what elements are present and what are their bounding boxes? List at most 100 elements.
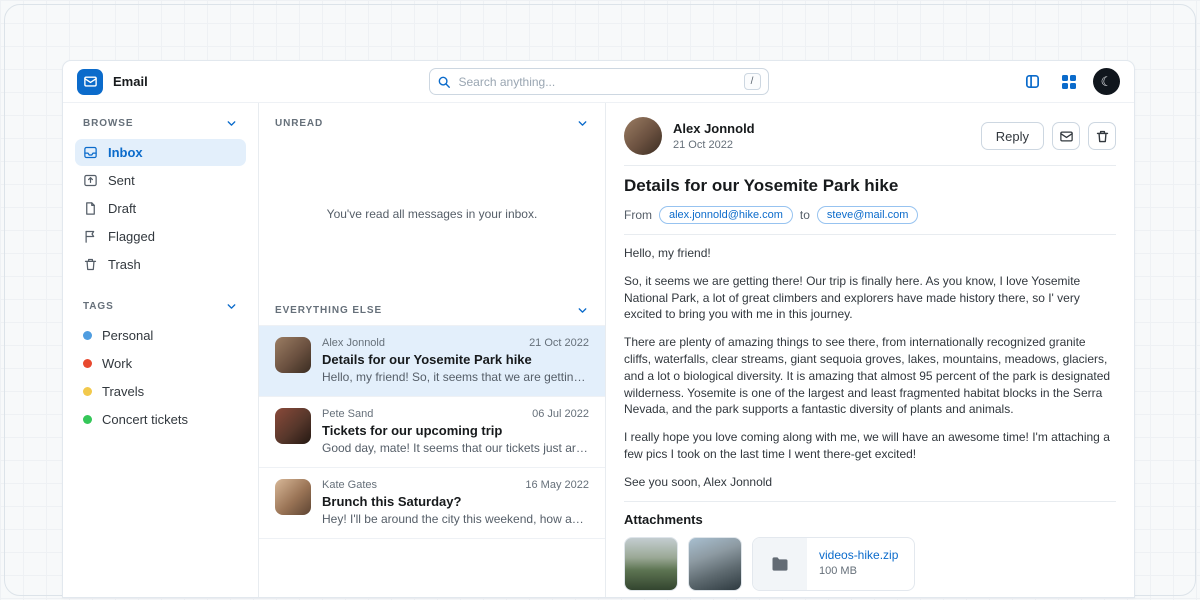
chevron-down-icon (576, 304, 589, 317)
folder-icon (753, 538, 807, 590)
email-subject: Details for our Yosemite Park hike (624, 176, 1116, 196)
top-bar-actions: ☾ (769, 68, 1121, 95)
sidebar-item-flagged[interactable]: Flagged (75, 223, 246, 250)
sidebar-section-tags[interactable]: TAGS (75, 300, 246, 322)
browse-label: BROWSE (83, 118, 133, 129)
mail-sender: Pete Sand (322, 408, 373, 420)
message-list: UNREAD You've read all messages in your … (259, 103, 606, 597)
mail-preview: Good day, mate! It seems that our ticket… (322, 441, 589, 455)
everything-else-label: EVERYTHING ELSE (275, 305, 382, 316)
apps-grid-button[interactable] (1056, 69, 1082, 95)
avatar (275, 408, 311, 444)
tag-label: Work (102, 356, 132, 371)
moon-icon: ☾ (1101, 74, 1113, 90)
search-icon (437, 75, 451, 89)
mail-date: 06 Jul 2022 (532, 408, 589, 420)
email-paragraph: Hello, my friend! (624, 245, 1116, 262)
tags-label: TAGS (83, 301, 114, 312)
from-to-row: From alex.jonnold@hike.com to steve@mail… (624, 206, 1116, 224)
dark-mode-toggle[interactable]: ☾ (1093, 68, 1120, 95)
sidebar-item-sent[interactable]: Sent (75, 167, 246, 194)
file-name-link[interactable]: videos-hike.zip (819, 548, 898, 562)
app-logo (77, 69, 103, 95)
delete-button[interactable] (1088, 122, 1116, 150)
to-label: to (800, 208, 810, 222)
sidebar-item-inbox[interactable]: Inbox (75, 139, 246, 166)
envelope-icon (1059, 129, 1074, 144)
app-title: Email (113, 74, 148, 89)
sidebar-item-label: Flagged (108, 229, 155, 244)
file-meta: videos-hike.zip 100 MB (807, 538, 914, 590)
attachments-label: Attachments (624, 512, 1116, 527)
layout-toggle-button[interactable] (1019, 69, 1045, 95)
forward-mail-button[interactable] (1052, 122, 1080, 150)
to-address-chip[interactable]: steve@mail.com (817, 206, 918, 224)
chevron-down-icon (225, 300, 238, 313)
divider (624, 501, 1116, 502)
brand: Email (77, 69, 429, 95)
sidebar-item-trash[interactable]: Trash (75, 251, 246, 278)
unread-label: UNREAD (275, 118, 323, 129)
chevron-down-icon (576, 117, 589, 130)
sidebar-tag-personal[interactable]: Personal (75, 322, 246, 349)
sidebar-tag-travels[interactable]: Travels (75, 378, 246, 405)
avatar (275, 337, 311, 373)
tag-dot (83, 387, 92, 396)
email-date: 21 Oct 2022 (673, 139, 755, 151)
attachment-photo-1[interactable] (624, 537, 678, 591)
sent-icon (83, 173, 98, 188)
mail-subject: Details for our Yosemite Park hike (322, 352, 589, 367)
email-body: Hello, my friend! So, it seems we are ge… (624, 245, 1116, 491)
tag-label: Personal (102, 328, 153, 343)
main-area: BROWSE Inbox Sent Draft Flagged (63, 103, 1134, 597)
sidebar-tag-concert-tickets[interactable]: Concert tickets (75, 406, 246, 433)
reply-button[interactable]: Reply (981, 122, 1044, 150)
trash-icon (83, 257, 98, 272)
divider (624, 165, 1116, 166)
sidebar-item-draft[interactable]: Draft (75, 195, 246, 222)
search-shortcut-badge: / (744, 73, 761, 90)
attachment-file-card[interactable]: videos-hike.zip 100 MB (752, 537, 915, 591)
mail-subject: Brunch this Saturday? (322, 494, 589, 509)
mail-sender: Kate Gates (322, 479, 377, 491)
mail-item-list: Alex Jonnold 21 Oct 2022 Details for our… (259, 325, 605, 539)
sidebar-item-label: Trash (108, 257, 141, 272)
tag-dot (83, 331, 92, 340)
tag-dot (83, 359, 92, 368)
email-detail-header: Alex Jonnold 21 Oct 2022 Reply (624, 117, 1116, 155)
search-input[interactable]: Search anything... / (429, 68, 769, 95)
mail-item-brunch[interactable]: Kate Gates 16 May 2022 Brunch this Satur… (259, 468, 605, 539)
mail-item-body: Pete Sand 06 Jul 2022 Tickets for our up… (322, 408, 589, 455)
tag-label: Travels (102, 384, 144, 399)
tag-label: Concert tickets (102, 412, 188, 427)
envelope-icon (83, 74, 98, 89)
mail-item-yosemite[interactable]: Alex Jonnold 21 Oct 2022 Details for our… (259, 326, 605, 397)
sender-name: Alex Jonnold (673, 121, 755, 136)
from-address-chip[interactable]: alex.jonnold@hike.com (659, 206, 793, 224)
mail-date: 16 May 2022 (525, 479, 589, 491)
mail-item-tickets[interactable]: Pete Sand 06 Jul 2022 Tickets for our up… (259, 397, 605, 468)
everything-else-section-header[interactable]: EVERYTHING ELSE (259, 290, 605, 325)
avatar (624, 117, 662, 155)
divider (624, 234, 1116, 235)
inbox-icon (83, 145, 98, 160)
mail-item-body: Alex Jonnold 21 Oct 2022 Details for our… (322, 337, 589, 384)
from-label: From (624, 208, 652, 222)
mail-preview: Hey! I'll be around the city this weeken… (322, 512, 589, 526)
sidebar-section-tags-wrap: TAGS Personal Work Travels (75, 300, 246, 433)
avatar (275, 479, 311, 515)
sidebar: BROWSE Inbox Sent Draft Flagged (63, 103, 259, 597)
apps-grid-icon (1062, 75, 1076, 89)
mail-date: 21 Oct 2022 (529, 337, 589, 349)
top-bar: Email Search anything... / ☾ (63, 61, 1134, 103)
email-paragraph: There are plenty of amazing things to se… (624, 334, 1116, 418)
file-size: 100 MB (819, 565, 898, 577)
flag-icon (83, 229, 98, 244)
sidebar-section-browse[interactable]: BROWSE (75, 117, 246, 139)
attachment-photo-2[interactable] (688, 537, 742, 591)
email-detail-pane: Alex Jonnold 21 Oct 2022 Reply Details f… (606, 103, 1134, 597)
unread-section-header[interactable]: UNREAD (259, 103, 605, 138)
unread-empty-state: You've read all messages in your inbox. (259, 138, 605, 290)
sidebar-tag-work[interactable]: Work (75, 350, 246, 377)
draft-icon (83, 201, 98, 216)
